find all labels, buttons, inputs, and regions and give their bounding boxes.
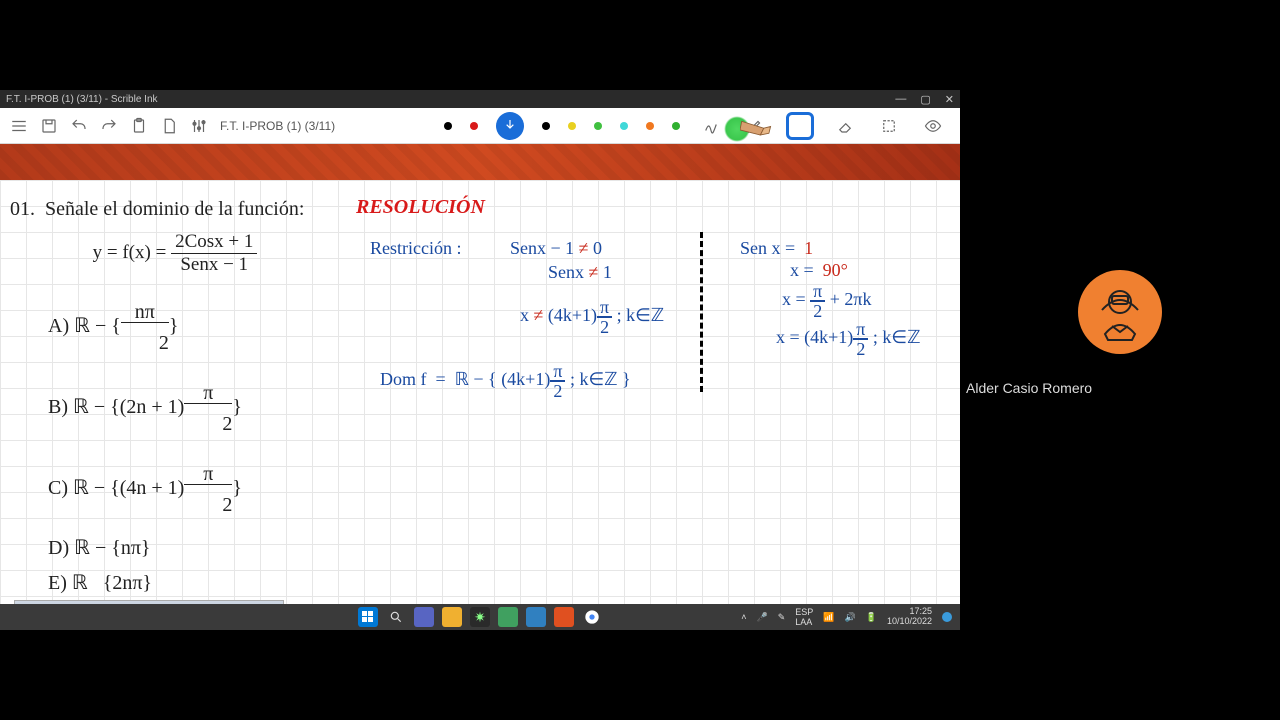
formula-den: Senx − 1: [171, 254, 257, 276]
header-banner: [0, 144, 960, 180]
eraser-icon[interactable]: [832, 113, 858, 139]
step1-rhs: 0: [593, 238, 602, 258]
volume-icon[interactable]: 🔊: [845, 612, 856, 623]
lang-line1: ESP: [795, 607, 813, 617]
maximize-button[interactable]: ▢: [920, 93, 930, 106]
titlebar: F.T. I-PROB (1) (3/11) - Scrible Ink — ▢…: [0, 90, 960, 108]
pen-tool[interactable]: [496, 112, 524, 140]
notification-dot[interactable]: [942, 612, 952, 622]
option-e: E) ℝ {2nπ}: [10, 570, 340, 595]
resolution-heading: RESOLUCIÓN: [356, 196, 485, 219]
mic-icon[interactable]: 🎤: [757, 612, 768, 623]
start-icon[interactable]: [358, 607, 378, 627]
step2: Senx ≠ 1: [548, 262, 612, 283]
restriction-label: Restricción :: [370, 238, 461, 259]
step1: Senx − 1 ≠ 0: [510, 238, 602, 259]
app-window: F.T. I-PROB (1) (3/11) - Scrible Ink — ▢…: [0, 90, 960, 630]
stroke-style-icon[interactable]: [698, 113, 724, 139]
side2: x = 90°: [790, 260, 848, 281]
taskbar: ✷ ˄ 🎤 ✎ ESP LAA 📶 🔊 🔋 17:25 10/10/2022: [0, 604, 960, 630]
color-green[interactable]: [594, 122, 602, 130]
app-icon-5[interactable]: [554, 607, 574, 627]
taskbar-apps: ✷: [358, 607, 602, 627]
divider-dashed: [700, 232, 703, 392]
side4: x = (4k+1)π2 ; k∈ℤ: [776, 320, 920, 358]
step3-lhs: x: [520, 305, 529, 325]
option-d: D) ℝ − {nπ}: [10, 535, 340, 560]
side3: x = π2 + 2πk: [782, 282, 872, 320]
view-icon[interactable]: [920, 113, 946, 139]
close-button[interactable]: ✕: [945, 93, 954, 106]
step1-op: ≠: [579, 238, 589, 258]
minimize-button[interactable]: —: [895, 93, 906, 106]
option-c: C) ℝ − {(4n + 1)π2}: [10, 454, 340, 525]
color-green2[interactable]: [672, 122, 680, 130]
clock[interactable]: 17:25 10/10/2022: [887, 607, 932, 627]
color-red[interactable]: [470, 122, 478, 130]
color-yellow[interactable]: [568, 122, 576, 130]
avatar: [1078, 270, 1162, 354]
paste-icon[interactable]: [126, 113, 152, 139]
toolbar: F.T. I-PROB (1) (3/11): [0, 108, 960, 144]
color-black[interactable]: [444, 122, 452, 130]
new-page-icon[interactable]: [156, 113, 182, 139]
canvas[interactable]: 01. Señale el dominio de la función: y =…: [0, 180, 960, 630]
hand-cursor-icon: [734, 116, 774, 142]
formula-lhs: y = f(x) =: [93, 242, 167, 263]
color-black2[interactable]: [542, 122, 550, 130]
app-icon-2[interactable]: ✷: [470, 607, 490, 627]
participant-name: Alder Casio Romero: [966, 380, 1092, 396]
step1-lhs: Senx − 1: [510, 238, 574, 258]
color-palette: [444, 112, 946, 140]
language-indicator[interactable]: ESP LAA: [795, 607, 813, 627]
lang-line2: LAA: [795, 617, 813, 627]
options: A) ℝ − {nπ2} B) ℝ − {(2n + 1)π2} C) ℝ − …: [10, 292, 340, 595]
chevron-up-icon[interactable]: ˄: [741, 612, 746, 622]
side1: Sen x = 1: [740, 238, 813, 259]
question-number: 01.: [10, 198, 35, 220]
taskbar-tray: ˄ 🎤 ✎ ESP LAA 📶 🔊 🔋 17:25 10/10/2022: [741, 607, 952, 627]
explorer-icon[interactable]: [442, 607, 462, 627]
color-orange[interactable]: [646, 122, 654, 130]
shape-tool[interactable]: [786, 112, 814, 140]
window-title: F.T. I-PROB (1) (3/11) - Scrible Ink: [6, 94, 895, 105]
undo-icon[interactable]: [66, 113, 92, 139]
option-a: A) ℝ − {nπ2}: [10, 292, 340, 363]
formula: y = f(x) = 2Cosx + 1 Senx − 1: [10, 231, 340, 276]
redo-icon[interactable]: [96, 113, 122, 139]
wifi-icon[interactable]: 📶: [823, 612, 834, 623]
step3: x ≠ (4k+1)π2 ; k∈ℤ: [520, 298, 664, 336]
pen-tray-icon[interactable]: ✎: [778, 612, 786, 623]
app-icon-1[interactable]: [414, 607, 434, 627]
menu-icon[interactable]: [6, 113, 32, 139]
formula-num: 2Cosx + 1: [171, 231, 257, 254]
option-b: B) ℝ − {(2n + 1)π2}: [10, 373, 340, 444]
question-block: 01. Señale el dominio de la función: y =…: [10, 198, 340, 605]
question-prompt: Señale el dominio de la función:: [45, 198, 304, 220]
chrome-icon[interactable]: [582, 607, 602, 627]
domain-result: Dom f = ℝ − { (4k+1)π2 ; k∈ℤ }: [380, 362, 631, 400]
select-icon[interactable]: [876, 113, 902, 139]
app-icon-3[interactable]: [498, 607, 518, 627]
battery-icon[interactable]: 🔋: [866, 612, 877, 623]
step2-lhs: Senx: [548, 262, 584, 282]
settings-icon[interactable]: [186, 113, 212, 139]
step3-op: ≠: [534, 305, 544, 325]
document-title: F.T. I-PROB (1) (3/11): [220, 119, 335, 133]
participant-tile: Alder Casio Romero: [960, 270, 1280, 396]
clock-date: 10/10/2022: [887, 617, 932, 627]
app-icon-4[interactable]: [526, 607, 546, 627]
search-icon[interactable]: [386, 607, 406, 627]
color-cyan[interactable]: [620, 122, 628, 130]
step2-rhs: 1: [603, 262, 612, 282]
step2-op: ≠: [589, 262, 599, 282]
save-icon[interactable]: [36, 113, 62, 139]
